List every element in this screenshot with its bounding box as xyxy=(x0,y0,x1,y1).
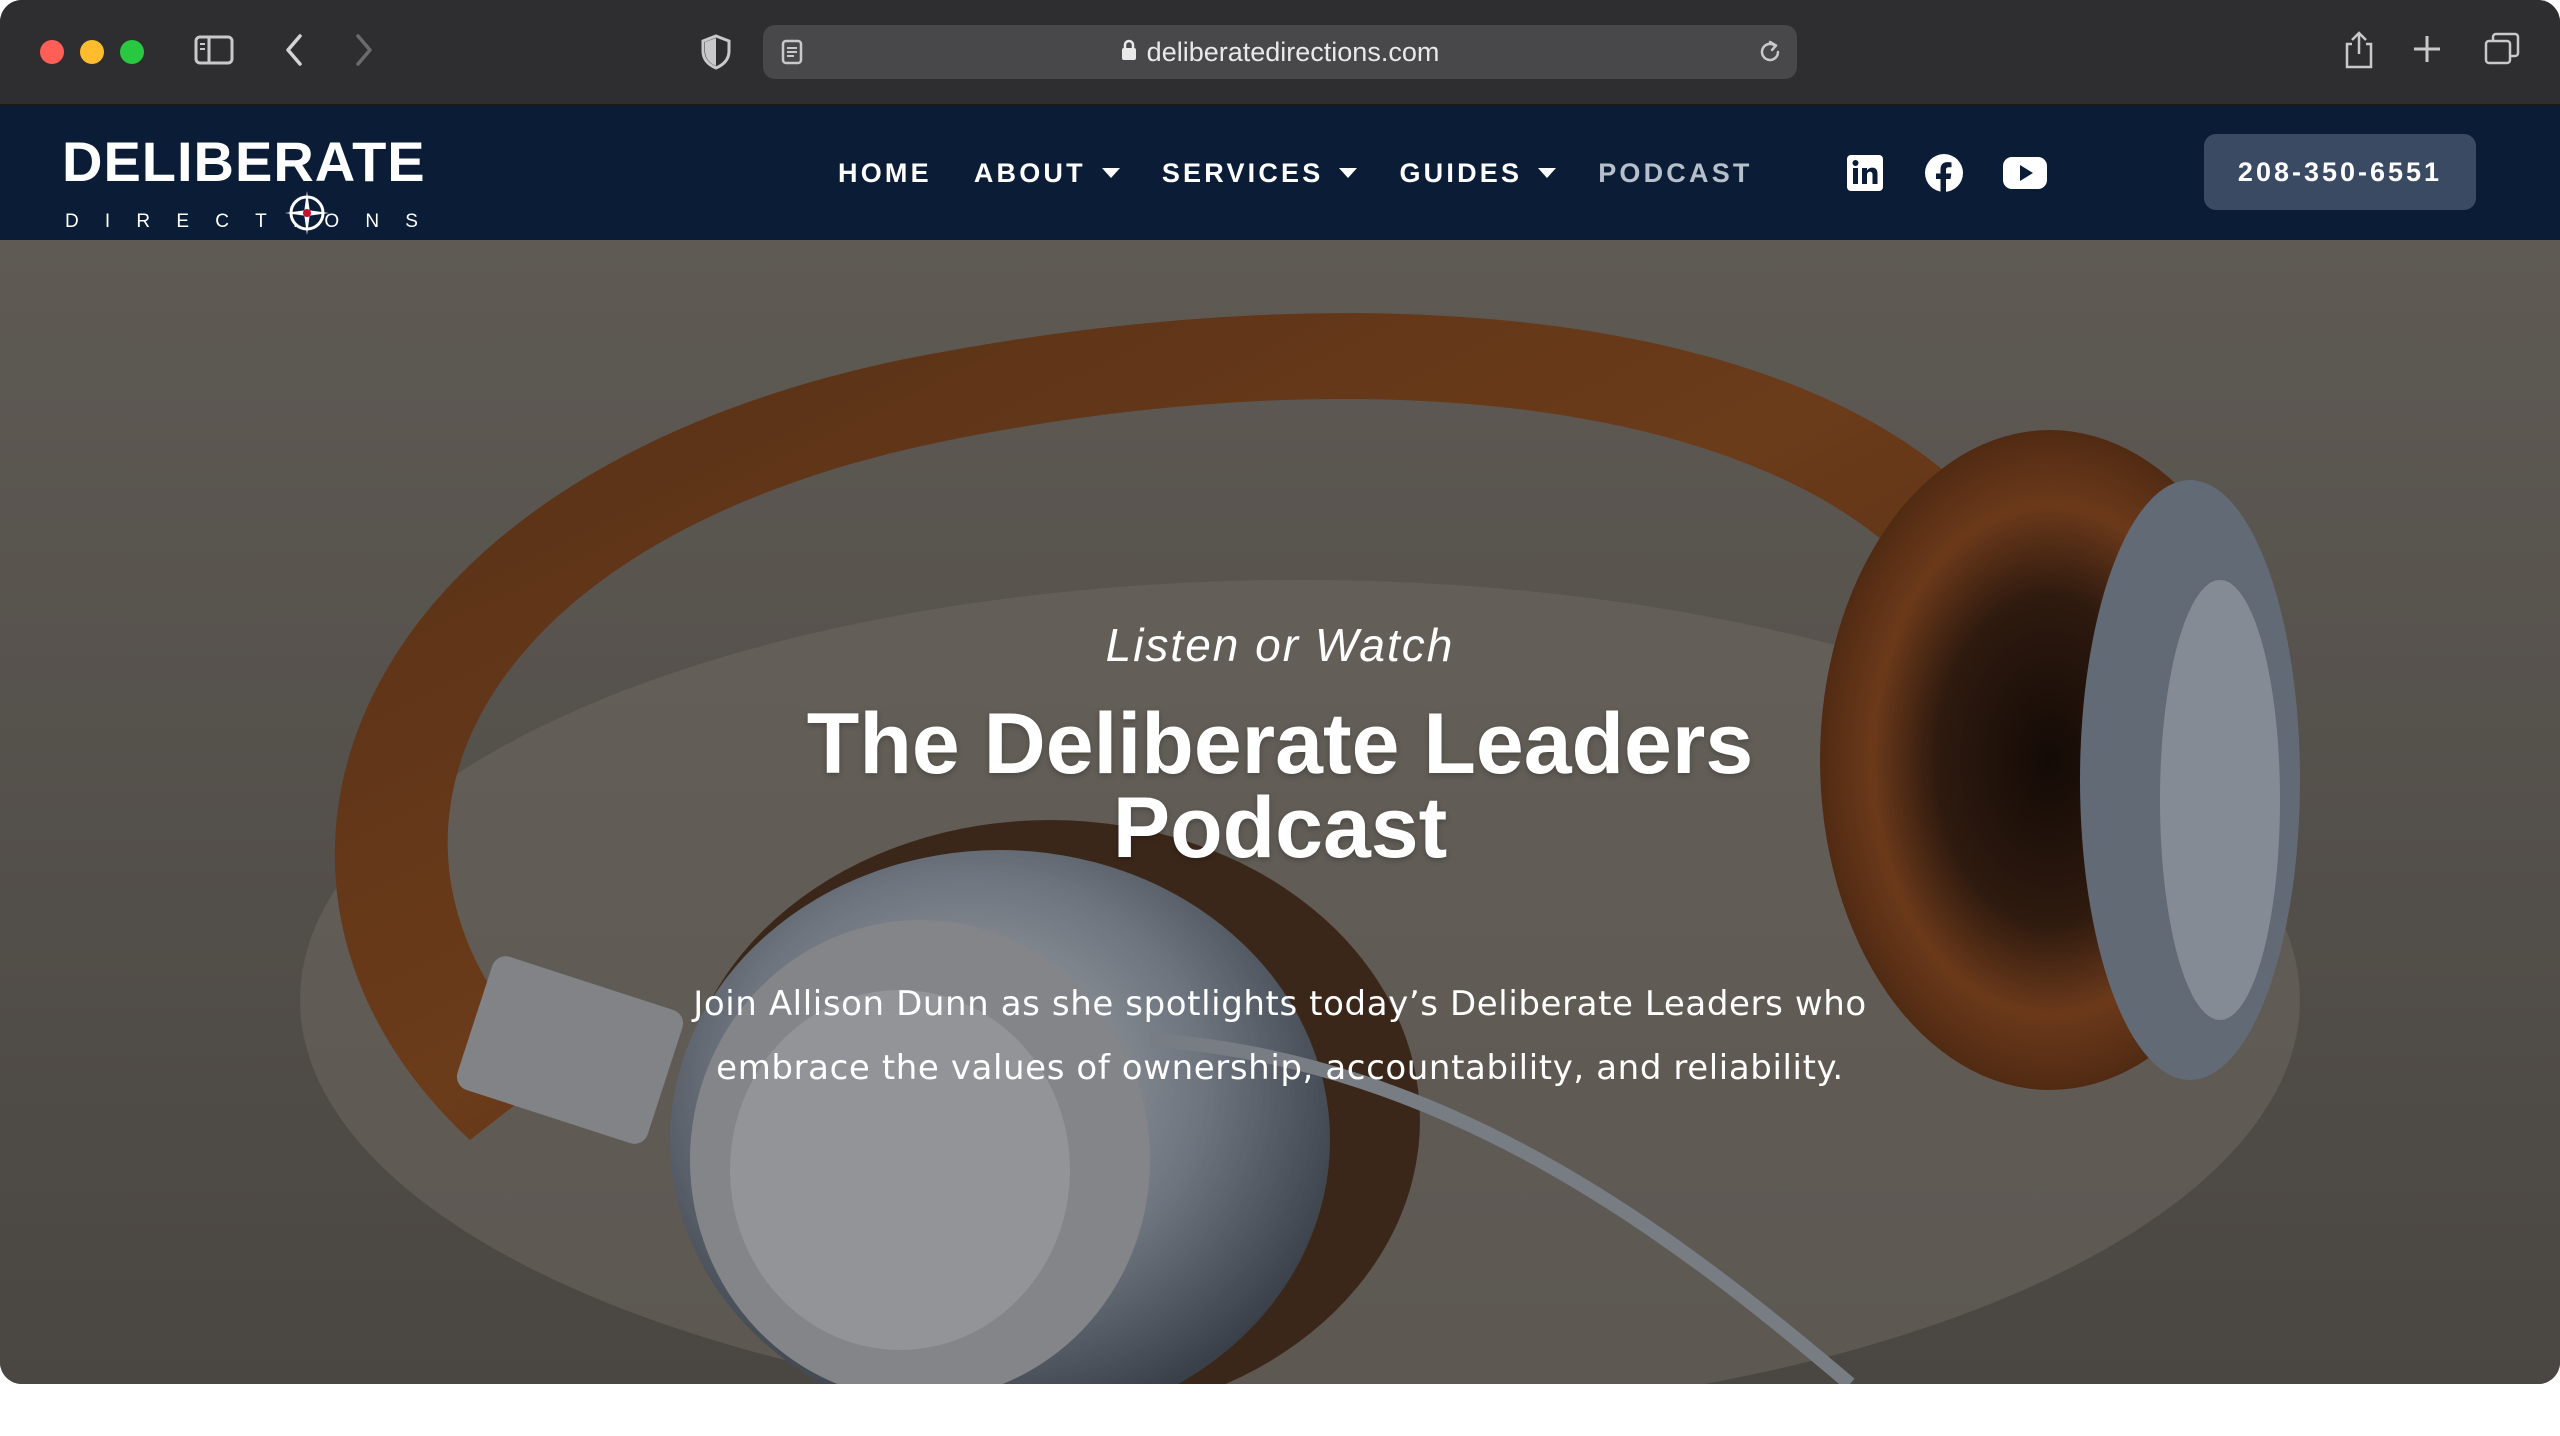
linkedin-icon[interactable] xyxy=(1846,106,1884,240)
phone-button[interactable]: 208-350-6551 xyxy=(2204,134,2476,210)
back-arrow-icon[interactable] xyxy=(282,32,306,68)
hero-eyebrow: Listen or Watch xyxy=(1105,619,1455,671)
hero-description: Join Allison Dunn as she spotlights toda… xyxy=(693,984,1867,1088)
new-tab-plus-icon[interactable] xyxy=(2412,34,2442,64)
hero-section: Listen or Watch The Deliberate Leaders P… xyxy=(0,240,2560,1384)
nav-home[interactable]: HOME xyxy=(838,158,932,189)
address-bar[interactable]: deliberatedirections.com xyxy=(763,25,1797,79)
tab-overview-icon[interactable] xyxy=(2484,32,2520,66)
compass-icon xyxy=(283,189,331,242)
nav-podcast-label: PODCAST xyxy=(1598,157,1753,188)
zoom-window-button[interactable] xyxy=(120,40,144,64)
forward-arrow-icon[interactable] xyxy=(352,32,376,68)
chevron-down-icon xyxy=(1538,168,1557,178)
url-text: deliberatedirections.com xyxy=(1146,36,1440,67)
facebook-icon[interactable] xyxy=(1924,106,1964,240)
reload-icon[interactable] xyxy=(1757,39,1783,65)
main-nav: HOME ABOUT SERVICES GUIDES PODCAST xyxy=(838,106,1795,240)
youtube-icon[interactable] xyxy=(2002,106,2048,240)
nav-about-label: ABOUT xyxy=(973,157,1086,188)
chevron-down-icon xyxy=(1339,168,1358,178)
site-header: DELIBERATE DIRECTIONS HOME ABOUT SERVICE… xyxy=(0,106,2560,240)
nav-services-label: SERVICES xyxy=(1161,157,1324,188)
browser-toolbar: deliberatedirections.com xyxy=(0,0,2560,106)
nav-podcast[interactable]: PODCAST xyxy=(1598,158,1752,189)
privacy-shield-icon[interactable] xyxy=(700,34,732,70)
nav-about[interactable]: ABOUT xyxy=(974,158,1120,189)
logo-subtitle: DIRECTIONS xyxy=(65,211,445,232)
browser-window: deliberatedirections.com DELIBERATE DIRE… xyxy=(0,0,2560,1384)
minimize-window-button[interactable] xyxy=(80,40,104,64)
close-window-button[interactable] xyxy=(40,40,64,64)
lock-icon xyxy=(1121,37,1137,68)
hero-title: The Deliberate Leaders Podcast xyxy=(806,696,1754,876)
nav-guides[interactable]: GUIDES xyxy=(1399,157,1557,189)
share-icon[interactable] xyxy=(2342,30,2376,70)
chevron-down-icon xyxy=(1101,168,1120,178)
nav-home-label: HOME xyxy=(838,157,932,188)
sidebar-toggle-icon[interactable] xyxy=(194,34,234,66)
site-logo[interactable]: DELIBERATE DIRECTIONS xyxy=(62,134,425,235)
nav-guides-label: GUIDES xyxy=(1399,157,1523,188)
logo-wordmark: DELIBERATE xyxy=(62,130,426,193)
nav-services[interactable]: SERVICES xyxy=(1162,158,1358,189)
